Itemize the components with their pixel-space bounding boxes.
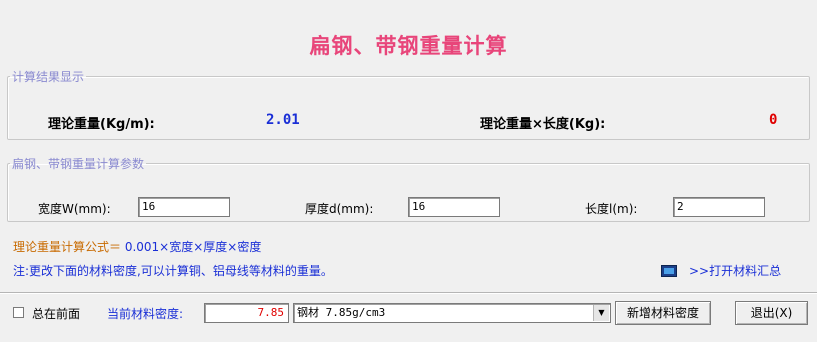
density-note: 注:更改下面的材料密度,可以计算铜、铝母线等材料的重量。 — [13, 264, 333, 278]
material-select-value: 钢材 7.85g/cm3 — [297, 306, 386, 319]
width-input[interactable]: 16 — [138, 197, 230, 217]
open-material-summary-link[interactable]: >>打开材料汇总 — [661, 262, 781, 279]
always-on-top-checkbox[interactable] — [13, 307, 24, 318]
material-select[interactable]: 钢材 7.85g/cm3 ▼ — [293, 303, 611, 323]
formula-text: 理论重量计算公式＝ 0.001×宽度×厚度×密度 — [13, 238, 261, 255]
always-on-top-label[interactable]: 总在前面 — [32, 305, 80, 322]
current-density-label: 当前材料密度: — [107, 307, 184, 321]
width-label: 宽度W(mm): — [38, 202, 111, 216]
bottom-toolbar: 总在前面 当前材料密度: 7.85 钢材 7.85g/cm3 ▼ 新增材料密度 … — [0, 292, 817, 342]
formula-prefix: 理论重量计算公式＝ — [13, 240, 122, 254]
page-title: 扁钢、带钢重量计算 — [309, 33, 508, 58]
length-label: 长度l(m): — [585, 202, 638, 216]
parameter-group-legend: 扁钢、带钢重量计算参数 — [12, 157, 145, 171]
length-input[interactable]: 2 — [673, 197, 765, 217]
open-material-summary-label: >>打开材料汇总 — [689, 264, 782, 278]
total-weight-value: 0 — [769, 112, 778, 128]
formula-expression: 0.001×宽度×厚度×密度 — [121, 240, 262, 254]
thickness-input[interactable]: 16 — [408, 197, 500, 217]
chevron-down-icon[interactable]: ▼ — [593, 305, 609, 321]
result-display-group: 计算结果显示 理论重量(Kg/m): 2.01 理论重量×长度(Kg): 0 — [7, 68, 810, 140]
current-density-field[interactable]: 7.85 — [204, 303, 289, 323]
weight-per-meter-value: 2.01 — [266, 112, 300, 128]
result-group-legend: 计算结果显示 — [12, 70, 85, 84]
add-material-density-button[interactable]: 新增材料密度 — [615, 301, 711, 325]
parameter-group: 扁钢、带钢重量计算参数 宽度W(mm): 16 厚度d(mm): 16 长度l(… — [7, 155, 810, 222]
calculator-icon — [661, 265, 677, 277]
weight-per-meter-label: 理论重量(Kg/m): — [48, 117, 155, 132]
total-weight-label: 理论重量×长度(Kg): — [480, 117, 606, 132]
thickness-label: 厚度d(mm): — [305, 202, 374, 216]
exit-button[interactable]: 退出(X) — [735, 301, 808, 325]
